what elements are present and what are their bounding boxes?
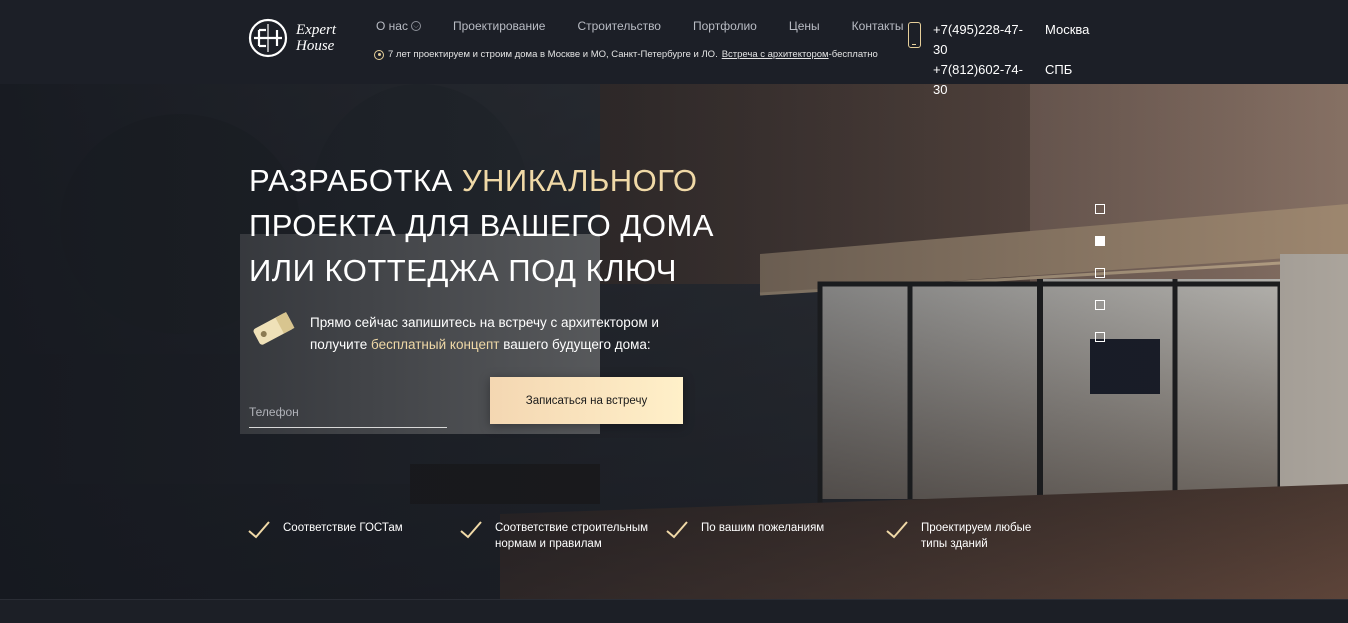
nav-item-portfolio[interactable]: Портфолио [693,18,757,34]
feature-item: Соответствие строительным нормам и прави… [459,520,648,552]
feature-line: Проектируем любые [921,522,1032,534]
nav-item-label: О нас [376,19,408,33]
phone-spb[interactable]: +7(812)602-74-30 [933,60,1035,100]
slider-dot[interactable] [1095,268,1105,278]
tagline-text: 7 лет проектируем и строим дома в Москве… [388,49,718,60]
tagline-suffix: -бесплатно [828,49,878,60]
site-header: Expert House О нас ⌵ Проектирование Стро… [0,0,1348,97]
feature-text: Проектируем любые типы зданий [921,520,1031,552]
gift-tag-icon [253,312,295,345]
slider-dot[interactable] [1095,204,1105,214]
feature-line: Соответствие ГОСТам [283,522,403,534]
checkmark-icon [248,521,270,539]
feature-item: Проектируем любые типы зданий [885,520,1031,552]
slider-dot[interactable] [1095,332,1105,342]
logo-line1: Expert [296,22,336,38]
nav-item-about[interactable]: О нас ⌵ [376,18,421,34]
nav-item-contacts[interactable]: Контакты [852,18,904,34]
feature-line: нормам и правилам [495,538,602,550]
feature-item: По вашим пожеланиям [665,520,824,540]
feature-line: Соответствие строительным [495,522,648,534]
features-list: Соответствие ГОСТам Соответствие строите… [247,520,1067,560]
feature-text: Соответствие ГОСТам [283,520,403,536]
phone-input-placeholder: Телефон [249,405,299,419]
tagline: 7 лет проектируем и строим дома в Москве… [374,49,878,60]
contact-row: +7(495)228-47-30 Москва [933,20,1089,60]
hero-section: РАЗРАБОТКА УНИКАЛЬНОГО ПРОЕКТА ДЛЯ ВАШЕГ… [0,84,1348,599]
slider-dot-active[interactable] [1095,236,1105,246]
phone-input[interactable]: Телефон [249,397,447,428]
contact-phones: +7(495)228-47-30 Москва +7(812)602-74-30… [933,20,1089,100]
nav-item-prices[interactable]: Цены [789,18,820,34]
phone-icon [908,22,921,48]
checkmark-icon [886,521,908,539]
hero-title-line3: ИЛИ КОТТЕДЖА ПОД КЛЮЧ [249,253,677,288]
nav-item-design[interactable]: Проектирование [453,18,546,34]
promo-accent: бесплатный концепт [371,337,500,352]
logo[interactable]: Expert House [248,17,358,59]
phone-moscow[interactable]: +7(495)228-47-30 [933,20,1035,60]
hero-title-line2: ПРОЕКТА ДЛЯ ВАШЕГО ДОМА [249,208,714,243]
hero-title: РАЗРАБОТКА УНИКАЛЬНОГО ПРОЕКТА ДЛЯ ВАШЕГ… [249,158,809,293]
nav-item-construction[interactable]: Строительство [577,18,661,34]
slider-dot[interactable] [1095,300,1105,310]
promo-text: Прямо сейчас запишитесь на встречу с арх… [310,312,730,356]
checkmark-icon [460,521,482,539]
logo-line2: House [296,38,335,54]
feature-line: типы зданий [921,538,988,550]
city-moscow: Москва [1045,22,1090,37]
chevron-down-icon: ⌵ [410,21,421,31]
logo-text: Expert House [296,22,336,54]
promo-block: Прямо сейчас запишитесь на встречу с арх… [250,312,730,356]
hero-title-accent: УНИКАЛЬНОГО [461,163,698,198]
hero-title-white: РАЗРАБОТКА [249,163,462,198]
feature-text: Соответствие строительным нормам и прави… [495,520,648,552]
promo-pre: получите [310,337,372,352]
checkmark-icon [666,521,688,539]
contact-row: +7(812)602-74-30 СПБ [933,60,1089,100]
feature-line: По вашим пожеланиям [701,522,825,534]
main-nav: О нас ⌵ Проектирование Строительство Пор… [376,18,904,34]
logo-mark-icon [248,18,288,58]
hero-title-line1: РАЗРАБОТКА УНИКАЛЬНОГО [249,163,697,198]
next-section-edge [0,599,1348,623]
slider-pagination [1095,204,1105,342]
promo-line1: Прямо сейчас запишитесь на встречу с арх… [310,315,659,330]
feature-item: Соответствие ГОСТам [247,520,403,540]
book-meeting-button[interactable]: Записаться на встречу [490,377,683,424]
city-spb: СПБ [1045,62,1073,77]
location-pin-icon [374,49,384,60]
feature-text: По вашим пожеланиям [701,520,824,536]
promo-post: вашего будущего дома: [499,337,651,352]
promo-line2: получите бесплатный концепт вашего будущ… [310,334,730,356]
architect-meeting-link[interactable]: Встреча с архитектором [722,49,829,60]
